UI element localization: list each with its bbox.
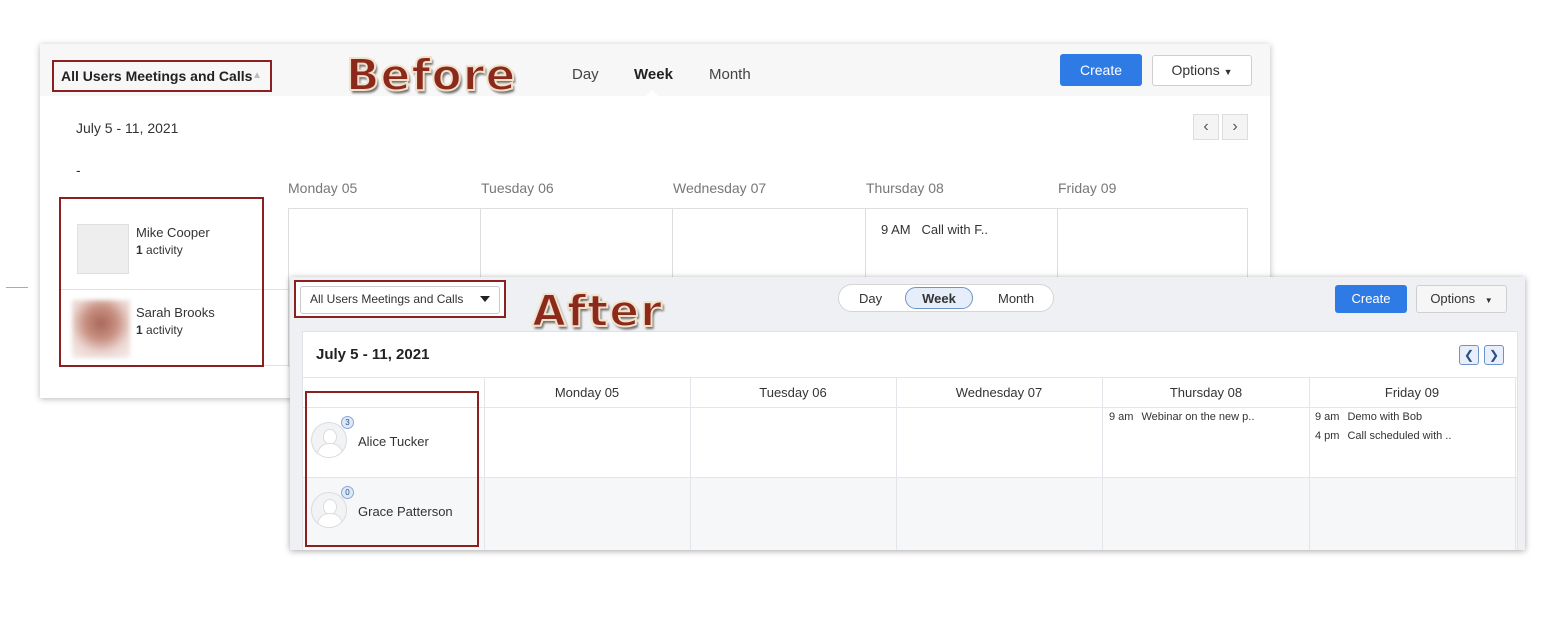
chevron-left-icon: ‹ (1203, 118, 1209, 135)
before-day-header: Tuesday 06 (481, 180, 554, 196)
event-title: Call scheduled with .. (1347, 430, 1452, 442)
before-day-header: Thursday 08 (866, 180, 944, 196)
before-day-header: Monday 05 (288, 180, 358, 196)
after-calendar-card: July 5 - 11, 2021 ❮ ❯ Monday 05 Tuesday … (302, 331, 1518, 550)
grid-line (690, 377, 691, 550)
chevron-left-icon: ❮ (1463, 348, 1475, 362)
select-frame (300, 286, 500, 314)
activity-count-badge: 3 (341, 416, 354, 429)
before-date-range: July 5 - 11, 2021 (76, 120, 179, 136)
event-time: 9 AM (881, 222, 911, 237)
before-options-button[interactable]: Options ▼ (1152, 55, 1252, 86)
avatar (77, 224, 129, 274)
grid-line (1102, 377, 1103, 550)
after-day-header: Tuesday 06 (759, 385, 827, 400)
activity-count: 1 (136, 323, 143, 337)
caret-down-icon: ▼ (1484, 296, 1493, 305)
before-view-week[interactable]: Week (634, 66, 673, 83)
grid-line (1515, 377, 1516, 550)
after-day-header: Monday 05 (554, 385, 620, 400)
event-title: Webinar on the new p.. (1141, 411, 1255, 423)
after-day-header: Thursday 08 (1169, 385, 1243, 400)
grid-line (288, 209, 289, 367)
user-name[interactable]: Mike Cooper (136, 225, 210, 240)
before-view-month[interactable]: Month (709, 66, 751, 83)
event-title: Demo with Bob (1347, 411, 1423, 423)
before-view-day[interactable]: Day (572, 66, 599, 83)
view-toggle: Day Week Month (838, 284, 1054, 312)
calendar-event[interactable]: 4 pm Call scheduled with .. (1315, 430, 1451, 442)
grid-line (896, 377, 897, 550)
avatar-body (317, 513, 343, 527)
before-options-label: Options (1171, 62, 1220, 78)
activity-count: 1 (136, 243, 143, 257)
calendar-event[interactable]: 9 am Webinar on the new p.. (1109, 411, 1254, 423)
event-title: Call with F.. (921, 222, 988, 237)
user-name[interactable]: Sarah Brooks (136, 305, 215, 320)
before-corner-label: - (76, 162, 81, 178)
after-user-filter-select[interactable]: All Users Meetings and Calls (294, 280, 506, 318)
user-activity-count: 1 activity (136, 243, 183, 257)
chevron-right-icon: ❯ (1488, 348, 1500, 362)
user-name[interactable]: Alice Tucker (358, 434, 429, 449)
after-day-header-row: Monday 05 Tuesday 06 Wednesday 07 Thursd… (303, 377, 1517, 408)
after-view-month[interactable]: Month (998, 291, 1034, 306)
after-view-day[interactable]: Day (859, 291, 882, 306)
after-options-label: Options (1430, 291, 1476, 306)
before-event[interactable]: 9 AM Call with F.. (881, 222, 988, 237)
before-day-header: Wednesday 07 (673, 180, 767, 196)
avatar (72, 300, 130, 358)
before-create-button[interactable]: Create (1060, 54, 1142, 86)
before-filter-label: All Users Meetings and Calls (61, 68, 253, 84)
before-user-filter-select[interactable]: All Users Meetings and Calls ▲ (52, 60, 272, 92)
avatar (311, 492, 347, 528)
caret-down-icon: ▼ (1223, 67, 1233, 77)
activity-count-badge: 0 (341, 486, 354, 499)
after-options-button[interactable]: Options ▼ (1416, 285, 1507, 313)
before-stamp: Before (345, 49, 517, 102)
avatar-body (317, 443, 343, 457)
activity-unit: activity (146, 323, 183, 337)
after-prev-week-button[interactable]: ❮ (1459, 345, 1479, 365)
calendar-event[interactable]: 9 am Demo with Bob (1315, 411, 1422, 423)
before-prev-week-button[interactable]: ‹ (1193, 114, 1219, 140)
after-view-week[interactable]: Week (905, 287, 973, 309)
before-next-week-button[interactable]: › (1222, 114, 1248, 140)
chevron-right-icon: › (1232, 118, 1238, 135)
after-next-week-button[interactable]: ❯ (1484, 345, 1504, 365)
after-day-header: Friday 09 (1384, 385, 1440, 400)
caret-down-icon (480, 296, 490, 302)
avatar (311, 422, 347, 458)
user-row-shaded (303, 477, 1517, 550)
event-time: 9 am (1315, 411, 1340, 423)
after-stamp: After (531, 285, 663, 338)
after-create-button[interactable]: Create (1335, 285, 1407, 313)
sort-arrows-icon: ▲ (252, 70, 262, 81)
after-day-header: Wednesday 07 (955, 385, 1043, 400)
event-time: 9 am (1109, 411, 1134, 423)
active-view-caret-icon (644, 90, 660, 98)
after-date-range: July 5 - 11, 2021 (316, 346, 430, 363)
before-day-header: Friday 09 (1058, 180, 1117, 196)
user-activity-count: 1 activity (136, 323, 183, 337)
grid-line (1309, 377, 1310, 550)
grid-line (484, 377, 485, 550)
user-name[interactable]: Grace Patterson (358, 504, 453, 519)
activity-unit: activity (146, 243, 183, 257)
after-calendar-panel: All Users Meetings and Calls Day Week Mo… (290, 277, 1525, 550)
event-time: 4 pm (1315, 430, 1340, 442)
stray-line (6, 287, 28, 288)
